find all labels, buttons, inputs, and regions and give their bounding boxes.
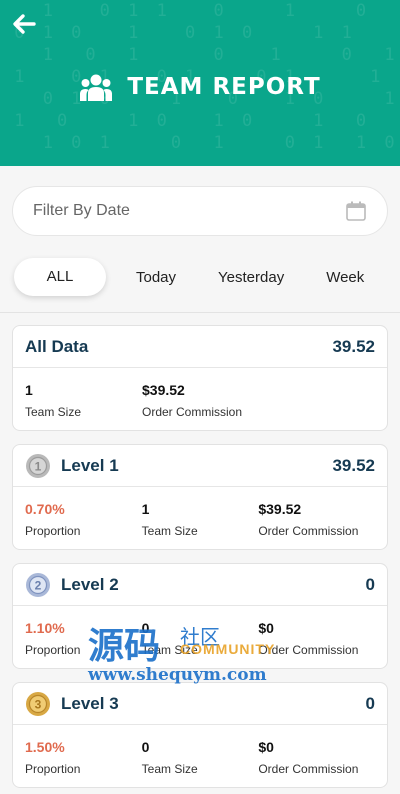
team-size-stat: 1 Team Size	[142, 501, 259, 538]
stat-value: $0	[258, 620, 274, 636]
stat-label: Order Commission	[258, 643, 359, 657]
all-data-card: All Data 39.52 1 Team Size $39.52 Order …	[12, 325, 388, 431]
card-header: 2 Level 2 0	[13, 564, 387, 606]
stat-value: $39.52	[142, 382, 185, 398]
card-total: 0	[365, 693, 375, 713]
back-arrow-icon[interactable]	[10, 10, 38, 38]
card-header: 1 Level 1 39.52	[13, 445, 387, 487]
stat-label: Order Commission	[258, 524, 359, 538]
proportion-stat: 1.50% Proportion	[25, 739, 142, 776]
stat-label: Proportion	[25, 524, 81, 538]
card-total: 0	[365, 574, 375, 594]
card-title: Level 3	[61, 693, 119, 713]
header: 1 0 1 1 0 1 0 1 0 1 0 1 0 1 0 1 0 1 1 0 …	[0, 0, 400, 166]
card-body: 1.10% Proportion 0 Team Size $0 Order Co…	[13, 606, 387, 657]
stat-value: 1.10%	[25, 620, 65, 636]
tab-yesterday[interactable]: Yesterday	[218, 269, 284, 286]
date-range-tabs: ALL Today Yesterday Week	[12, 258, 388, 296]
team-size-stat: 1 Team Size	[25, 382, 142, 419]
level-3-card[interactable]: 3 Level 3 0 1.50% Proportion 0 Team Size…	[12, 682, 388, 788]
team-size-stat: 0 Team Size	[142, 620, 259, 657]
card-total: 39.52	[332, 336, 375, 356]
card-title: Level 2	[61, 574, 119, 594]
card-title: Level 1	[61, 455, 119, 475]
level-1-card[interactable]: 1 Level 1 39.52 0.70% Proportion 1 Team …	[12, 444, 388, 550]
page-title: TEAM REPORT	[127, 74, 321, 100]
date-filter-input[interactable]: Filter By Date	[12, 186, 388, 236]
card-header: All Data 39.52	[13, 326, 387, 368]
stat-value: 1.50%	[25, 739, 65, 755]
svg-text:2: 2	[35, 578, 42, 592]
stat-label: Order Commission	[258, 762, 359, 776]
stat-label: Proportion	[25, 643, 81, 657]
team-users-icon	[80, 74, 113, 101]
filter-placeholder: Filter By Date	[33, 202, 130, 219]
team-size-stat: 0 Team Size	[142, 739, 259, 776]
stat-label: Proportion	[25, 762, 81, 776]
stat-value: 1	[25, 382, 33, 398]
silver-medal-1-icon: 1	[26, 453, 50, 478]
tab-today[interactable]: Today	[136, 269, 176, 286]
stat-value: 1	[141, 501, 150, 517]
card-header: 3 Level 3 0	[13, 683, 387, 725]
tab-week[interactable]: Week	[326, 269, 364, 286]
stat-label: Team Size	[141, 762, 198, 776]
svg-text:3: 3	[35, 697, 42, 711]
card-title: All Data	[25, 336, 89, 356]
blue-medal-2-icon: 2	[26, 572, 50, 597]
calendar-icon[interactable]	[345, 200, 367, 222]
stat-label: Order Commission	[142, 405, 243, 419]
card-body: 0.70% Proportion 1 Team Size $39.52 Orde…	[13, 487, 387, 538]
commission-stat: $0 Order Commission	[258, 739, 375, 776]
level-2-card[interactable]: 2 Level 2 0 1.10% Proportion 0 Team Size…	[12, 563, 388, 669]
stat-label: Team Size	[141, 524, 198, 538]
stat-value: 0	[141, 739, 150, 755]
proportion-stat: 1.10% Proportion	[25, 620, 142, 657]
stat-value: $0	[258, 739, 274, 755]
stat-value: 0.70%	[25, 501, 65, 517]
card-body: 1.50% Proportion 0 Team Size $0 Order Co…	[13, 725, 387, 776]
title-row: TEAM REPORT	[0, 72, 400, 102]
stat-value: 0	[141, 620, 150, 636]
commission-stat: $39.52 Order Commission	[258, 501, 375, 538]
stat-value: $39.52	[258, 501, 302, 517]
card-total: 39.52	[332, 455, 375, 475]
svg-text:1: 1	[35, 459, 42, 473]
stat-label: Team Size	[141, 643, 198, 657]
tab-all[interactable]: ALL	[14, 258, 106, 296]
stat-label: Team Size	[25, 405, 82, 419]
card-body: 1 Team Size $39.52 Order Commission	[13, 368, 387, 419]
gold-medal-3-icon: 3	[26, 691, 50, 716]
proportion-stat: 0.70% Proportion	[25, 501, 142, 538]
divider	[0, 312, 400, 313]
commission-stat: $39.52 Order Commission	[142, 382, 302, 419]
commission-stat: $0 Order Commission	[258, 620, 375, 657]
